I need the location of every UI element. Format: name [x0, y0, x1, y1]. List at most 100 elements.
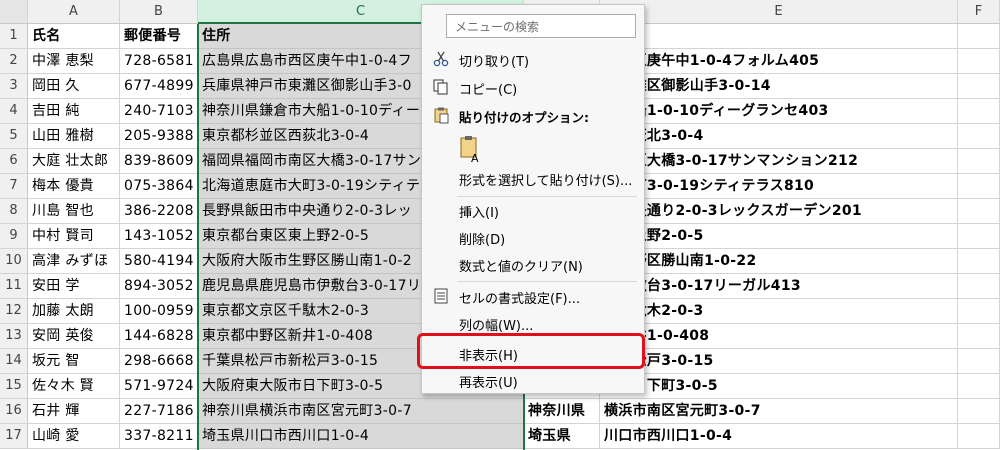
cell-f[interactable] [958, 124, 1000, 149]
cell-a[interactable]: 佐々木 賢 [28, 374, 120, 399]
row-header[interactable]: 1 [0, 24, 28, 49]
row-header[interactable]: 5 [0, 124, 28, 149]
row-header[interactable]: 3 [0, 74, 28, 99]
cell-e[interactable]: 川口市西川口1-0-4 [600, 424, 958, 449]
cell-f[interactable] [958, 174, 1000, 199]
cell-b[interactable]: 677-4899 [120, 74, 198, 99]
cell-f[interactable] [958, 99, 1000, 124]
cell-f[interactable] [958, 224, 1000, 249]
cell-e[interactable]: 区東上野2-0-5 [600, 224, 958, 249]
cell-d[interactable]: 埼玉県 [524, 424, 600, 449]
cell-b[interactable]: 839-8609 [120, 149, 198, 174]
cell-a[interactable]: 氏名 [28, 24, 120, 49]
paste-option-default[interactable]: A [452, 132, 492, 166]
cell-e[interactable]: 市南区大橋3-0-17サンマンション212 [600, 149, 958, 174]
row-header[interactable]: 7 [0, 174, 28, 199]
cell-f[interactable] [958, 49, 1000, 74]
column-header-f[interactable]: F [958, 0, 1000, 24]
cell-e[interactable]: 市伊敷台3-0-17リーガル413 [600, 274, 958, 299]
menu-item-clear-contents[interactable]: 数式と値のクリア(N) [422, 251, 644, 277]
cell-b[interactable]: 894-3052 [120, 274, 198, 299]
cell-d[interactable]: 神奈川県 [524, 399, 600, 424]
column-header-b[interactable]: B [120, 0, 198, 24]
cell-e[interactable]: 市東灘区御影山手3-0-14 [600, 74, 958, 99]
cell-f[interactable] [958, 299, 1000, 324]
cell-b[interactable]: 郵便番号 [120, 24, 198, 49]
row-header[interactable]: 15 [0, 374, 28, 399]
cell-f[interactable] [958, 399, 1000, 424]
cell-a[interactable]: 山崎 愛 [28, 424, 120, 449]
column-header-e[interactable]: E [600, 0, 958, 24]
column-header-a[interactable]: A [28, 0, 120, 24]
cell-e[interactable] [600, 24, 958, 49]
cell-e[interactable]: 市大町3-0-19シティテラス810 [600, 174, 958, 199]
row-header[interactable]: 6 [0, 149, 28, 174]
row-header[interactable]: 13 [0, 324, 28, 349]
cell-a[interactable]: 石井 輝 [28, 399, 120, 424]
menu-item-insert[interactable]: 挿入(I) [422, 197, 644, 223]
cell-f[interactable] [958, 349, 1000, 374]
menu-item-copy[interactable]: コピー(C) [422, 74, 644, 100]
cell-a[interactable]: 山田 雅樹 [28, 124, 120, 149]
row-header[interactable]: 11 [0, 274, 28, 299]
cell-e[interactable]: 市生野区勝山南1-0-22 [600, 249, 958, 274]
cell-f[interactable] [958, 374, 1000, 399]
cell-b[interactable]: 337-8211 [120, 424, 198, 449]
cell-e[interactable]: 区新井1-0-408 [600, 324, 958, 349]
cell-e[interactable]: 区西荻北3-0-4 [600, 124, 958, 149]
cell-e[interactable]: 市新松戸3-0-15 [600, 349, 958, 374]
cell-a[interactable]: 中村 賢司 [28, 224, 120, 249]
menu-item-cut[interactable]: 切り取り(T) [422, 46, 644, 72]
cell-f[interactable] [958, 74, 1000, 99]
row-header[interactable]: 16 [0, 399, 28, 424]
cell-a[interactable]: 加藤 太朗 [28, 299, 120, 324]
cell-e[interactable]: 横浜市南区宮元町3-0-7 [600, 399, 958, 424]
cell-e[interactable]: 市西区庚午中1-0-4フォルム405 [600, 49, 958, 74]
cell-a[interactable]: 吉田 純 [28, 99, 120, 124]
cell-b[interactable]: 227-7186 [120, 399, 198, 424]
cell-b[interactable]: 386-2208 [120, 199, 198, 224]
menu-item-format-cells[interactable]: セルの書式設定(F)... [422, 283, 644, 309]
row-header[interactable]: 9 [0, 224, 28, 249]
menu-item-paste-special[interactable]: 形式を選択して貼り付け(S)... [422, 165, 644, 191]
cell-f[interactable] [958, 149, 1000, 174]
cell-b[interactable]: 100-0959 [120, 299, 198, 324]
cell-f[interactable] [958, 324, 1000, 349]
cell-a[interactable]: 安岡 英俊 [28, 324, 120, 349]
row-header[interactable]: 2 [0, 49, 28, 74]
cell-a[interactable]: 川島 智也 [28, 199, 120, 224]
cell-f[interactable] [958, 274, 1000, 299]
cell-f[interactable] [958, 249, 1000, 274]
menu-item-unhide[interactable]: 再表示(U) [422, 367, 644, 393]
cell-b[interactable]: 728-6581 [120, 49, 198, 74]
cell-f[interactable] [958, 199, 1000, 224]
cell-a[interactable]: 梅本 優貴 [28, 174, 120, 199]
cell-b[interactable]: 580-4194 [120, 249, 198, 274]
cell-b[interactable]: 205-9388 [120, 124, 198, 149]
cell-e[interactable]: 阪市日下町3-0-5 [600, 374, 958, 399]
row-header[interactable]: 14 [0, 349, 28, 374]
row-header[interactable]: 12 [0, 299, 28, 324]
cell-a[interactable]: 高津 みずほ [28, 249, 120, 274]
cell-b[interactable]: 571-9724 [120, 374, 198, 399]
row-header[interactable]: 10 [0, 249, 28, 274]
cell-e[interactable]: 市中央通り2-0-3レックスガーデン201 [600, 199, 958, 224]
cell-f[interactable] [958, 24, 1000, 49]
row-header[interactable]: 17 [0, 424, 28, 449]
menu-search-input[interactable]: メニューの検索 [446, 14, 636, 38]
menu-item-delete[interactable]: 削除(D) [422, 224, 644, 250]
cell-a[interactable]: 中澤 恵梨 [28, 49, 120, 74]
cell-a[interactable]: 安田 学 [28, 274, 120, 299]
cell-b[interactable]: 075-3864 [120, 174, 198, 199]
cell-b[interactable]: 144-6828 [120, 324, 198, 349]
row-header[interactable]: 8 [0, 199, 28, 224]
cell-b[interactable]: 143-1052 [120, 224, 198, 249]
row-header[interactable]: 4 [0, 99, 28, 124]
select-all-corner[interactable] [0, 0, 28, 24]
cell-b[interactable]: 298-6668 [120, 349, 198, 374]
cell-f[interactable] [958, 424, 1000, 449]
cell-a[interactable]: 岡田 久 [28, 74, 120, 99]
cell-a[interactable]: 坂元 智 [28, 349, 120, 374]
cell-e[interactable]: 市大船1-0-10ディーグランセ403 [600, 99, 958, 124]
cell-a[interactable]: 大庭 壮太郎 [28, 149, 120, 174]
